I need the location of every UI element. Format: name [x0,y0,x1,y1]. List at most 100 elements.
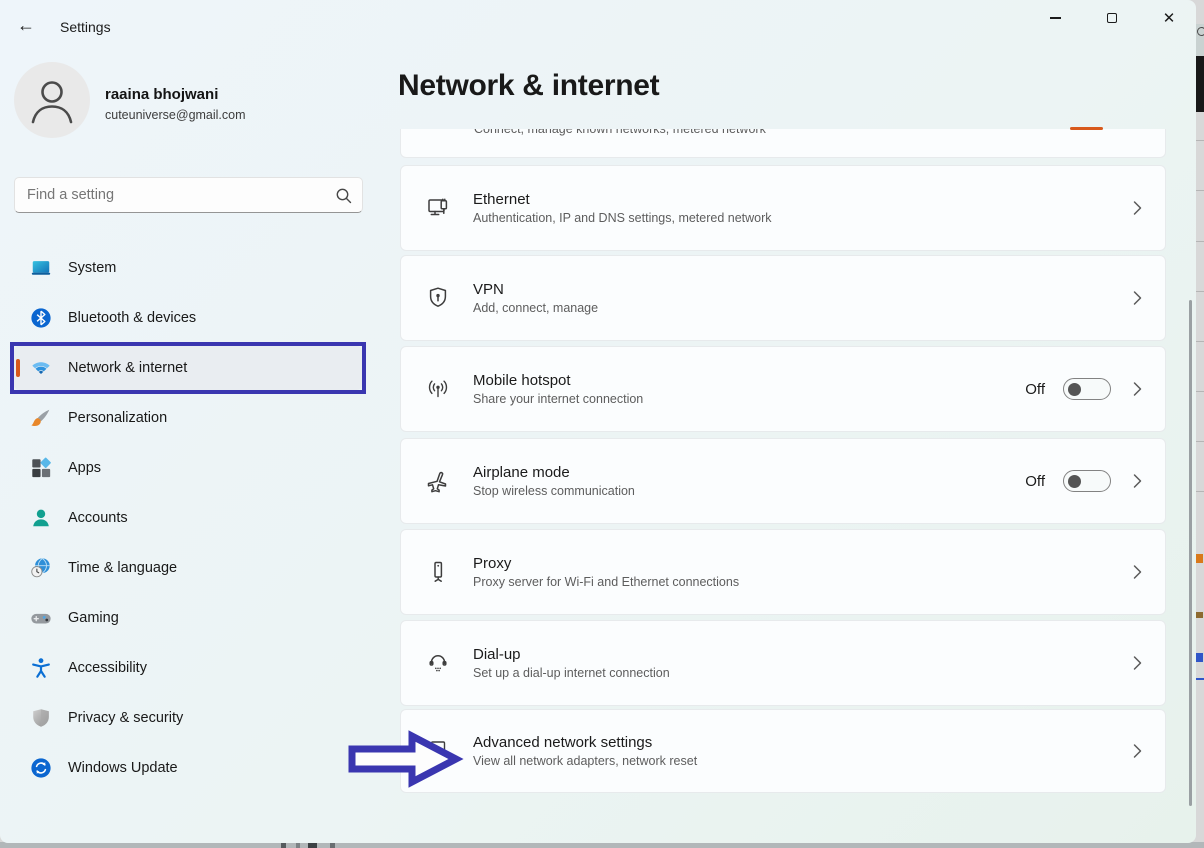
row-subtitle: Connect, manage known networks, metered … [474,129,766,136]
sidebar-item-personalization[interactable]: Personalization [14,396,362,440]
settings-row-airplane-mode[interactable]: Airplane mode Stop wireless communicatio… [400,438,1166,524]
sliver-circle [1197,27,1204,36]
settings-row-mobile-hotspot[interactable]: Mobile hotspot Share your internet conne… [400,346,1166,432]
sliver-blue-line [1195,678,1204,680]
chevron-right-icon [1133,200,1142,216]
sidebar-item-windows-update[interactable]: Windows Update [14,746,362,790]
maximize-button[interactable] [1089,0,1135,36]
vpn-shield-icon [425,285,451,311]
settings-row-advanced-network-settings[interactable]: Advanced network settings View all netwo… [400,709,1166,793]
sidebar-item-system[interactable]: System [14,246,362,290]
chevron-right-icon [1133,381,1142,397]
sliver-dark-block [1195,56,1204,112]
toggle-state-label: Off [1025,381,1045,398]
row-subtitle: Proxy server for Wi-Fi and Ethernet conn… [473,575,1133,589]
minimize-button[interactable] [1032,0,1078,36]
chevron-right-icon [1133,290,1142,306]
bluetooth-icon [30,307,52,329]
sidebar-item-privacy-security[interactable]: Privacy & security [14,696,362,740]
search-icon [335,187,352,209]
selected-accent-bar [16,359,20,377]
search-input[interactable] [27,178,327,212]
ethernet-icon [425,195,451,221]
vertical-scrollbar[interactable] [1189,300,1192,806]
settings-row-dial-up[interactable]: Dial-up Set up a dial-up internet connec… [400,620,1166,706]
sliver-divider [1195,241,1204,242]
sidebar-item-label: Windows Update [68,760,178,776]
row-subtitle: Authentication, IP and DNS settings, met… [473,211,1133,225]
sidebar-item-network-internet[interactable]: Network & internet [14,346,362,390]
paintbrush-icon [30,407,52,429]
sidebar-item-apps[interactable]: Apps [14,446,362,490]
row-subtitle: Share your internet connection [473,392,1025,406]
sidebar-item-label: Network & internet [68,360,187,376]
toggle-knob [1068,383,1081,396]
sidebar-item-bluetooth[interactable]: Bluetooth & devices [14,296,362,340]
settings-row-ethernet[interactable]: Ethernet Authentication, IP and DNS sett… [400,165,1166,251]
sidebar-item-label: Accessibility [68,660,147,676]
proxy-server-icon [425,559,451,585]
desktop-screen: ← Settings ✕ raaina bhojwani cuteunivers… [0,0,1204,848]
sliver-divider [1195,190,1204,191]
chevron-right-icon [1133,743,1142,759]
row-subtitle: View all network adapters, network reset [473,754,1133,768]
sliver-divider [1195,491,1204,492]
airplane-icon [425,468,451,494]
sidebar-item-label: System [68,260,116,276]
search-box[interactable] [14,177,363,213]
row-title: Airplane mode [473,464,1025,481]
user-email: cuteuniverse@gmail.com [105,108,246,122]
apps-icon [30,457,52,479]
sliver-divider [1195,341,1204,342]
row-subtitle: Set up a dial-up internet connection [473,666,1133,680]
sliver-divider [1195,441,1204,442]
page-title: Network & internet [398,69,659,103]
accessibility-icon [30,657,52,679]
row-subtitle: Stop wireless communication [473,484,1025,498]
window-title: Settings [60,19,111,35]
row-title: Mobile hotspot [473,372,1025,389]
chevron-right-icon [1133,655,1142,671]
sidebar-item-label: Privacy & security [68,710,183,726]
system-icon [30,257,52,279]
sidebar-item-gaming[interactable]: Gaming [14,596,362,640]
avatar[interactable] [14,62,90,138]
close-icon: ✕ [1163,11,1176,26]
maximize-icon [1107,13,1117,23]
wifi-toggle-clipped[interactable] [1070,127,1103,130]
hotspot-icon [425,376,451,402]
settings-window: ← Settings ✕ raaina bhojwani cuteunivers… [0,0,1196,843]
sliver-divider [1195,391,1204,392]
sliver-blue-mark [1196,653,1203,662]
advanced-network-icon [425,738,451,764]
sidebar-item-time-language[interactable]: Time & language [14,546,362,590]
sliver-divider [1195,140,1204,141]
shield-icon [30,707,52,729]
sidebar-item-accounts[interactable]: Accounts [14,496,362,540]
user-name: raaina bhojwani [105,86,218,103]
sidebar-item-label: Bluetooth & devices [68,310,196,326]
sidebar-item-label: Time & language [68,560,177,576]
sliver-orange-mark [1196,554,1203,563]
mobile-hotspot-toggle[interactable] [1063,378,1111,400]
row-subtitle: Add, connect, manage [473,301,1133,315]
airplane-mode-toggle[interactable] [1063,470,1111,492]
sidebar-item-label: Apps [68,460,101,476]
settings-row-proxy[interactable]: Proxy Proxy server for Wi-Fi and Etherne… [400,529,1166,615]
toggle-state-label: Off [1025,473,1045,490]
background-window-sliver [1195,0,1204,848]
gamepad-icon [30,607,52,629]
sidebar-item-label: Gaming [68,610,119,626]
titlebar: ← Settings ✕ [0,0,1196,42]
row-title: Ethernet [473,191,1133,208]
chevron-right-icon [1133,473,1142,489]
update-icon [30,757,52,779]
settings-row-wifi-partial[interactable]: Connect, manage known networks, metered … [400,129,1166,158]
sidebar-item-label: Accounts [68,510,128,526]
sidebar-item-accessibility[interactable]: Accessibility [14,646,362,690]
close-button[interactable]: ✕ [1146,0,1192,36]
settings-row-vpn[interactable]: VPN Add, connect, manage [400,255,1166,341]
back-button[interactable]: ← [12,14,40,36]
sliver-mark [1196,612,1203,618]
minimize-icon [1050,17,1061,18]
